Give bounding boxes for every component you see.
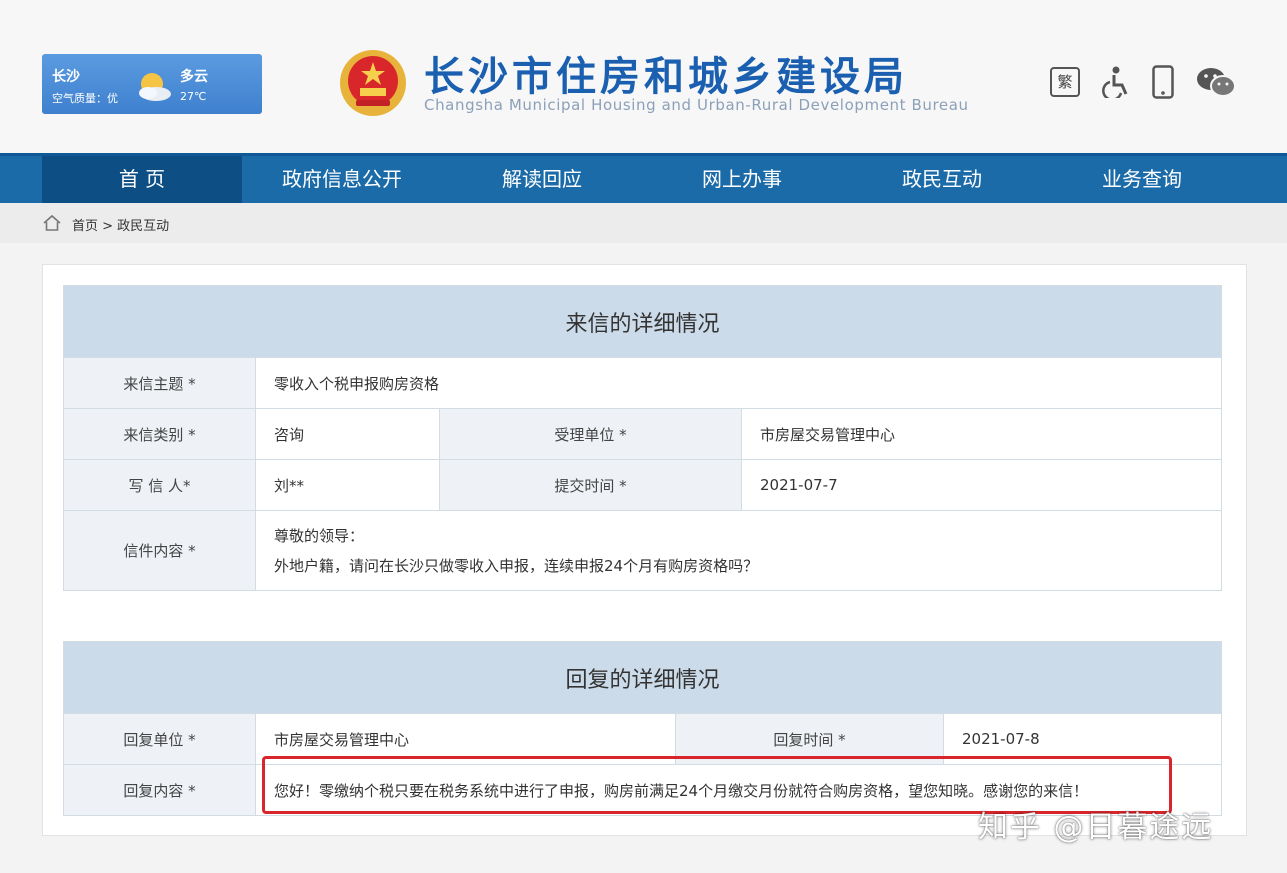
category-label: 来信类别 * xyxy=(63,408,256,460)
main-nav: 首 页 政府信息公开 解读回应 网上办事 政民互动 业务查询 xyxy=(0,153,1287,203)
dept-label: 受理单位 * xyxy=(439,408,742,460)
partly-cloudy-icon xyxy=(139,73,171,101)
weather-city: 长沙 xyxy=(52,69,80,85)
national-emblem-icon xyxy=(340,50,406,116)
weather-temperature: 27℃ xyxy=(180,90,207,103)
breadcrumb-text[interactable]: 首页 > 政民互动 xyxy=(72,215,169,234)
nav-gov-info[interactable]: 政府信息公开 xyxy=(242,156,442,203)
content-line-2: 外地户籍，请问在长沙只做零收入申报，连续申报24个月有购房资格吗？ xyxy=(274,556,759,575)
writer-label: 写 信 人* xyxy=(63,459,256,511)
site-title: 长沙市住房和城乡建设局 xyxy=(424,54,908,100)
content-line-1: 尊敬的领导： xyxy=(274,526,365,545)
submit-time-value: 2021-07-7 xyxy=(740,459,1223,511)
content-value: 尊敬的领导： 外地户籍，请问在长沙只做零收入申报，连续申报24个月有购房资格吗？ xyxy=(254,510,1223,591)
subject-label: 来信主题 * xyxy=(63,357,256,409)
nav-online-service[interactable]: 网上办事 xyxy=(642,156,842,203)
site-title-english: Changsha Municipal Housing and Urban-Rur… xyxy=(424,96,969,114)
subject-value: 零收入个税申报购房资格 xyxy=(254,357,1223,409)
weather-condition: 多云 xyxy=(180,69,208,85)
nav-business-query[interactable]: 业务查询 xyxy=(1042,156,1242,203)
traditional-chinese-icon[interactable]: 繁 xyxy=(1050,67,1080,97)
nav-home[interactable]: 首 页 xyxy=(42,156,242,203)
header-tools: 繁 xyxy=(1050,62,1236,102)
letter-header: 来信的详细情况 xyxy=(62,285,1223,358)
home-icon xyxy=(43,214,61,231)
nav-interpretation[interactable]: 解读回应 xyxy=(442,156,642,203)
content-label: 信件内容 * xyxy=(63,510,256,591)
dept-value: 市房屋交易管理中心 xyxy=(740,408,1223,460)
mobile-icon[interactable] xyxy=(1152,65,1174,99)
accessibility-icon[interactable] xyxy=(1102,66,1130,98)
wechat-icon[interactable] xyxy=(1196,66,1236,98)
reply-header: 回复的详细情况 xyxy=(62,641,1223,714)
site-header: 长沙 空气质量：优 多云 27℃ 长沙市住房和城乡建设局 Changsha Mu… xyxy=(0,0,1287,153)
breadcrumb: 首页 > 政民互动 xyxy=(0,203,1287,243)
category-value: 咨询 xyxy=(255,408,440,460)
nav-interaction[interactable]: 政民互动 xyxy=(842,156,1042,203)
submit-time-label: 提交时间 * xyxy=(439,459,742,511)
reply-unit-label: 回复单位 * xyxy=(63,713,256,765)
weather-air-quality: 空气质量：优 xyxy=(52,92,118,105)
watermark: 知乎 @日暮途远 xyxy=(978,810,1214,845)
writer-value: 刘** xyxy=(255,459,440,511)
weather-widget: 长沙 空气质量：优 多云 27℃ xyxy=(42,54,262,114)
reply-content-label: 回复内容 * xyxy=(63,764,256,816)
letter-table: 来信的详细情况 来信主题 * 零收入个税申报购房资格 来信类别 * 咨询 受理单… xyxy=(62,285,1223,591)
